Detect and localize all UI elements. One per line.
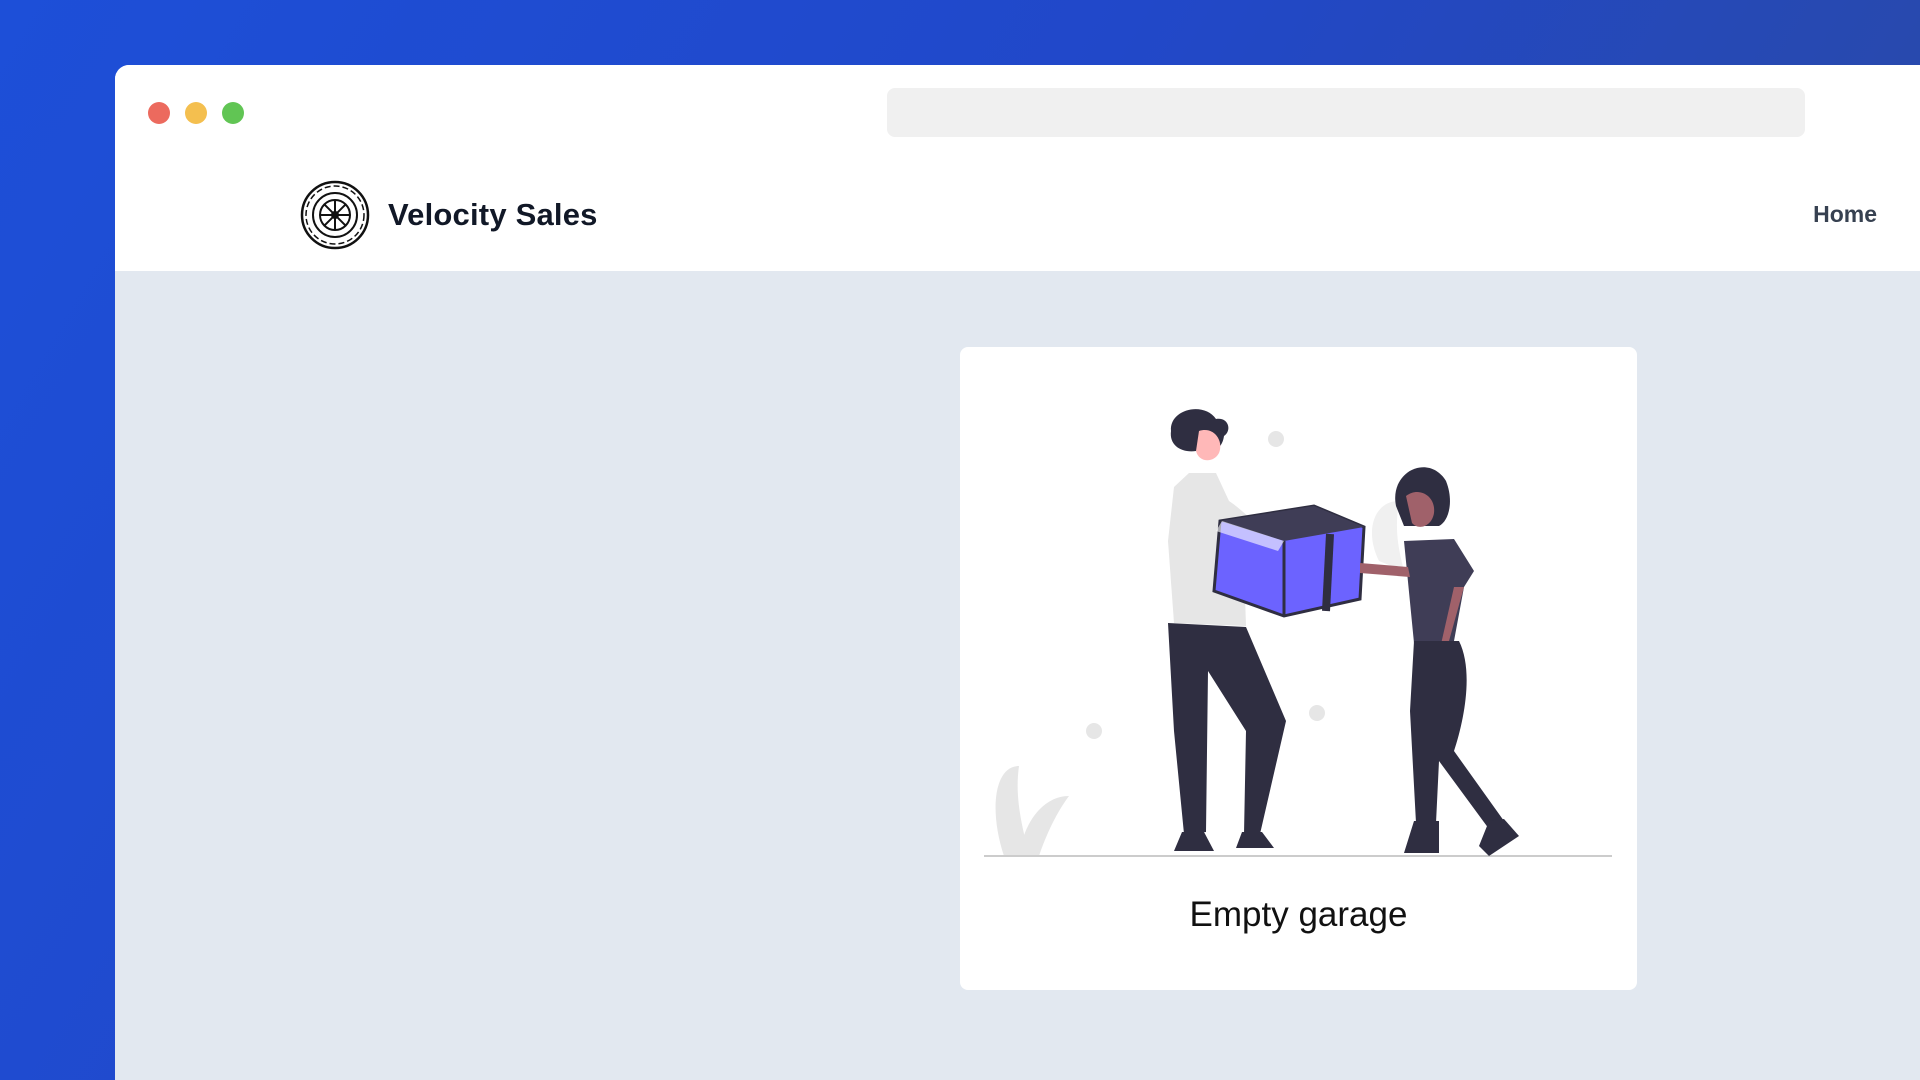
tire-wheel-icon <box>300 180 370 250</box>
nav-home-link[interactable]: Home <box>1813 201 1877 228</box>
empty-state-title: Empty garage <box>1189 895 1408 934</box>
browser-titlebar <box>115 65 1920 165</box>
address-bar[interactable] <box>887 88 1805 137</box>
close-window-button[interactable] <box>148 102 170 124</box>
empty-state-card: Empty garage <box>960 347 1637 990</box>
browser-window: Velocity Sales Home Empty garage <box>115 65 1920 1080</box>
maximize-window-button[interactable] <box>222 102 244 124</box>
brand-name: Velocity Sales <box>388 197 598 232</box>
minimize-window-button[interactable] <box>185 102 207 124</box>
people-exchanging-box-illustration <box>984 409 1612 857</box>
brand-link[interactable]: Velocity Sales <box>300 179 598 251</box>
site-navbar: Velocity Sales Home <box>115 165 1920 271</box>
